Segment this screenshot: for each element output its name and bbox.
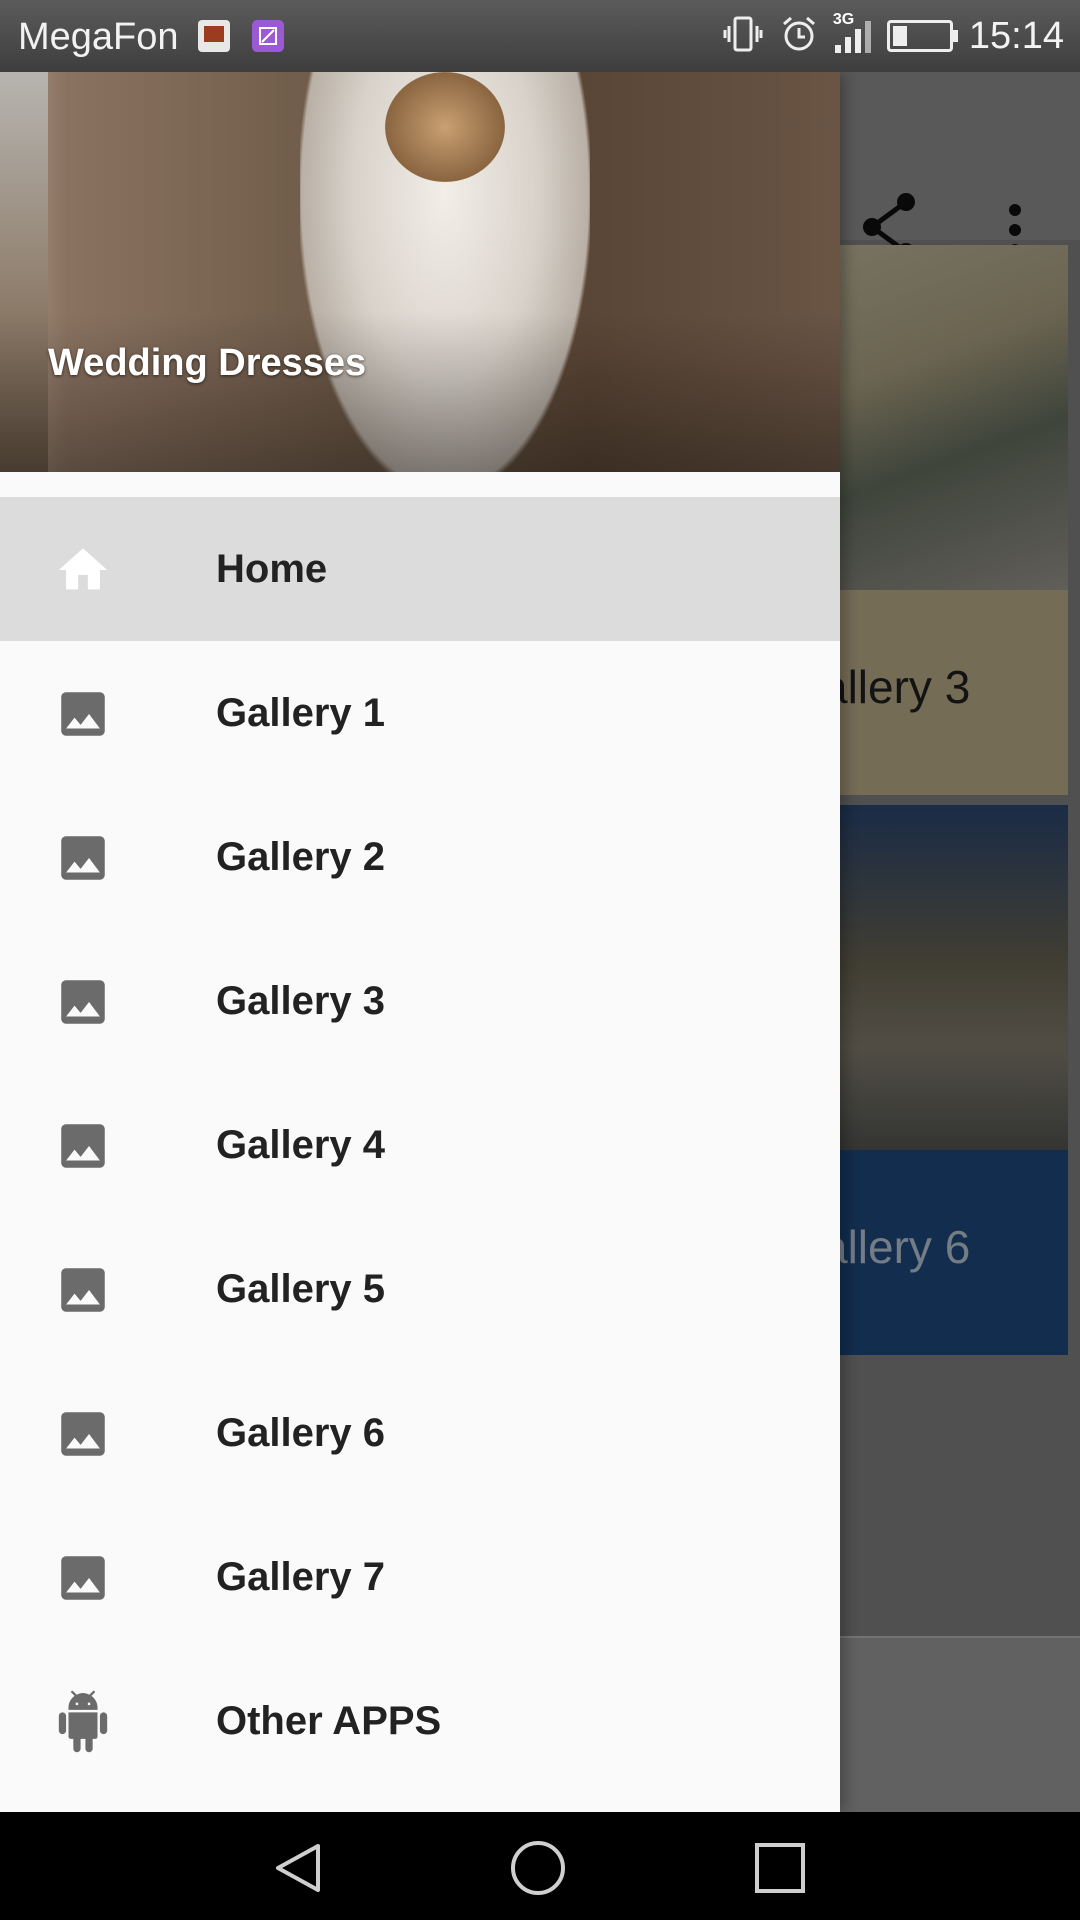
home-icon bbox=[54, 541, 112, 599]
menu-item-label: Gallery 2 bbox=[216, 835, 386, 879]
image-icon bbox=[54, 1549, 112, 1607]
status-bar: MegaFon 3G 15:14 bbox=[0, 0, 1080, 72]
navigation-drawer: Wedding Dresses Home Gallery 1 Gallery 2… bbox=[0, 72, 840, 1812]
image-notification-icon bbox=[252, 20, 284, 52]
menu-item-label: Gallery 7 bbox=[216, 1555, 386, 1599]
menu-item-gallery-7[interactable]: Gallery 7 bbox=[0, 1505, 840, 1649]
image-icon bbox=[54, 973, 112, 1031]
image-icon bbox=[54, 1261, 112, 1319]
battery-icon bbox=[886, 20, 958, 52]
menu-item-label: Gallery 4 bbox=[216, 1123, 386, 1167]
menu-item-label: Gallery 1 bbox=[216, 691, 386, 735]
menu-item-gallery-5[interactable]: Gallery 5 bbox=[0, 1217, 840, 1361]
alarm-icon bbox=[779, 14, 819, 59]
menu-item-label: Home bbox=[216, 547, 328, 591]
menu-item-gallery-4[interactable]: Gallery 4 bbox=[0, 1073, 840, 1217]
menu-item-gallery-1[interactable]: Gallery 1 bbox=[0, 641, 840, 785]
image-icon bbox=[54, 829, 112, 887]
network-type: 3G bbox=[832, 11, 855, 28]
navigation-bar bbox=[0, 1812, 1080, 1920]
drawer-title: Wedding Dresses bbox=[48, 342, 367, 384]
recents-icon[interactable] bbox=[752, 1840, 808, 1896]
menu-item-gallery-6[interactable]: Gallery 6 bbox=[0, 1361, 840, 1505]
clock: 15:14 bbox=[968, 14, 1064, 57]
drawer-header: Wedding Dresses bbox=[0, 72, 840, 472]
vibrate-icon bbox=[723, 14, 763, 59]
signal-icon: 3G bbox=[833, 11, 871, 53]
image-icon bbox=[54, 1117, 112, 1175]
sim-card-icon bbox=[198, 20, 230, 52]
menu-item-label: Gallery 6 bbox=[216, 1411, 386, 1455]
carrier-name: MegaFon bbox=[18, 16, 179, 58]
menu-item-other-apps[interactable]: Other APPS bbox=[0, 1649, 840, 1793]
menu-item-gallery-3[interactable]: Gallery 3 bbox=[0, 929, 840, 1073]
menu-item-label: Gallery 3 bbox=[216, 979, 386, 1023]
android-icon bbox=[54, 1690, 112, 1753]
menu-item-gallery-2[interactable]: Gallery 2 bbox=[0, 785, 840, 929]
home-circle-icon[interactable] bbox=[510, 1840, 566, 1896]
image-icon bbox=[54, 685, 112, 743]
menu-item-label: Gallery 5 bbox=[216, 1267, 386, 1311]
menu-item-label: Other APPS bbox=[216, 1699, 442, 1743]
drawer-menu: Home Gallery 1 Gallery 2 Gallery 3 Galle… bbox=[0, 497, 840, 1793]
back-icon[interactable] bbox=[270, 1840, 326, 1896]
image-icon bbox=[54, 1405, 112, 1463]
menu-item-home[interactable]: Home bbox=[0, 497, 840, 641]
